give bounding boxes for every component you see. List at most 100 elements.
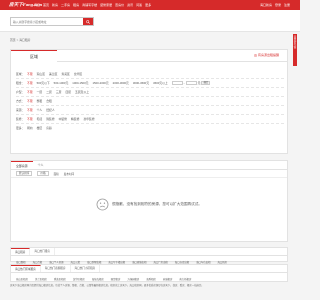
- filter-option[interactable]: 中装修: [59, 117, 67, 121]
- seo-link[interactable]: 龙华区租房: [73, 277, 85, 281]
- price-min-input[interactable]: [171, 81, 183, 85]
- sad-face-icon: [96, 198, 109, 211]
- site-logo[interactable]: 房天下Fang.com: [0, 2, 42, 8]
- seo-link[interactable]: 国贸租房: [111, 277, 121, 281]
- filter-option[interactable]: 个人: [37, 108, 43, 112]
- link-block-tabs: 海口热门区域租房 海口热门商圈租房 海口热门小区租房: [11, 265, 287, 273]
- link-block-areas: 海口热门区域租房 海口热门商圈租房 海口热门小区租房 琼山区租房 美兰区租房 秀…: [10, 264, 288, 282]
- nav-item-decoration[interactable]: 装修家居: [100, 3, 112, 7]
- filter-row-layout: 户型： 不限 一居 二居 三居 四居 五居及以上: [16, 90, 93, 94]
- nav-item-rent[interactable]: 租房: [73, 3, 79, 7]
- tab-all-listings[interactable]: 全部房源: [11, 161, 33, 169]
- filter-option[interactable]: 三居: [56, 90, 62, 94]
- filter-label: 更多：: [16, 126, 25, 130]
- breadcrumb-home[interactable]: 首页: [10, 38, 16, 42]
- tab-link[interactable]: 海口热门区域租房: [11, 265, 41, 272]
- seo-link[interactable]: 万绿园租房: [127, 277, 139, 281]
- filter-option[interactable]: 四居: [65, 90, 71, 94]
- filter-label: 区域：: [16, 72, 25, 76]
- divider: [16, 78, 284, 79]
- filter-option[interactable]: 琼山区: [37, 72, 45, 76]
- filter-option[interactable]: 500-1000元: [54, 81, 69, 85]
- results-tabs: 全部房源 个人: [11, 161, 287, 170]
- nav-item-commercial[interactable]: 商铺写字楼: [82, 3, 97, 7]
- price-confirm-button[interactable]: 确定: [201, 81, 211, 85]
- filter-option[interactable]: 1000-1500元: [72, 81, 88, 85]
- nav-right: 海口新房 登录 注册: [260, 0, 290, 10]
- sort-time[interactable]: 发布时间: [64, 172, 74, 176]
- filter-option[interactable]: 朝向: [27, 126, 33, 130]
- filter-option[interactable]: 简装修: [46, 117, 54, 121]
- search-input[interactable]: [11, 18, 83, 25]
- sort-default-dropdown[interactable]: 默认排序: [16, 170, 33, 177]
- filter-option[interactable]: 合租: [46, 99, 52, 103]
- filter-option[interactable]: 龙华区: [74, 72, 82, 76]
- seo-link[interactable]: 南大桥租房: [179, 277, 191, 281]
- breadcrumb-sep: >: [16, 38, 19, 42]
- filter-option[interactable]: 毛坯: [37, 117, 43, 121]
- filter-option[interactable]: 500元以下: [37, 81, 50, 85]
- nav-item-qa[interactable]: 问答: [136, 3, 142, 7]
- seo-link[interactable]: 海秀租房: [146, 277, 156, 281]
- filter-option[interactable]: 精装修: [71, 117, 79, 121]
- nav-city[interactable]: 海口: [34, 3, 40, 7]
- sort-price[interactable]: 价格: [37, 170, 49, 177]
- register-link[interactable]: 注册: [284, 3, 290, 7]
- filter-option[interactable]: 不限: [27, 81, 33, 85]
- filter-option[interactable]: 4500元以上: [153, 81, 168, 85]
- filter-option[interactable]: 美兰区: [49, 72, 57, 76]
- filter-option[interactable]: 一居: [37, 90, 43, 94]
- seo-link[interactable]: 美兰区租房: [35, 277, 47, 281]
- nav-item-price[interactable]: 查房价: [115, 3, 124, 7]
- feedback-side-tab[interactable]: 意见反馈: [293, 34, 297, 66]
- filter-label: 户型：: [16, 90, 25, 94]
- breadcrumb-current: 海口租房: [19, 38, 31, 42]
- divider: [16, 105, 284, 106]
- filter-option[interactable]: 1500-2000元: [92, 81, 108, 85]
- sort-area[interactable]: 面积: [54, 172, 59, 176]
- filter-option[interactable]: 2000-3000元: [113, 81, 129, 85]
- main-nav: 海口 首页 新房 二手房 租房 商铺写字楼 装修家居 查房价 资讯 问答 更多: [34, 3, 151, 7]
- seo-link[interactable]: 海甸岛租房: [92, 277, 104, 281]
- search-band: [0, 10, 300, 32]
- tab-link[interactable]: 海口热门商圈租房: [41, 265, 71, 272]
- login-link[interactable]: 登录: [275, 3, 281, 7]
- nav-item-home[interactable]: 首页: [43, 3, 49, 7]
- tab-region[interactable]: 区域: [11, 50, 57, 62]
- filter-option[interactable]: 不限: [27, 72, 33, 76]
- filter-option[interactable]: 秀英区: [61, 72, 69, 76]
- filter-row-decoration: 装修： 不限 毛坯 简装修 中装修 精装修 豪华装修: [16, 117, 99, 121]
- divider: [16, 96, 284, 97]
- tab-link[interactable]: 海口热门小区租房: [71, 265, 101, 272]
- filter-label: 租金：: [16, 81, 25, 85]
- nav-item-more[interactable]: 更多: [145, 3, 151, 7]
- filter-row-type: 方式： 不限 整租 合租: [16, 99, 56, 103]
- filter-option[interactable]: 3000-4500元: [133, 81, 149, 85]
- filter-option[interactable]: 五居及以上: [75, 90, 89, 94]
- search-button[interactable]: [83, 18, 93, 25]
- seo-link[interactable]: 府城租房: [163, 277, 173, 281]
- filter-option[interactable]: 豪华装修: [83, 117, 94, 121]
- filter-option[interactable]: 不限: [27, 90, 33, 94]
- nav-item-newhouse[interactable]: 新房: [52, 3, 58, 7]
- nav-item-news[interactable]: 资讯: [127, 3, 133, 7]
- seo-link[interactable]: 秀英区租房: [54, 277, 66, 281]
- filter-option[interactable]: 二居: [46, 90, 52, 94]
- price-separator: -: [183, 81, 185, 85]
- nav-right-newhouse[interactable]: 海口新房: [260, 3, 272, 7]
- filter-option[interactable]: 不限: [27, 108, 33, 112]
- nav-item-secondhand[interactable]: 二手房: [61, 3, 70, 7]
- filter-option[interactable]: 楼层: [37, 126, 43, 130]
- top-nav-bar: 房天下Fang.com 海口 首页 新房 二手房 租房 商铺写字楼 装修家居 查…: [0, 0, 300, 10]
- filter-option[interactable]: 房龄: [46, 126, 52, 130]
- tab-link[interactable]: 海口租房: [11, 248, 31, 255]
- filter-option[interactable]: 不限: [27, 99, 33, 103]
- tab-link[interactable]: 海口热门租房: [30, 248, 55, 255]
- filter-option[interactable]: 整租: [37, 99, 43, 103]
- subscribe-link[interactable]: 有房源出租提醒: [254, 53, 279, 57]
- filter-option[interactable]: 经纪人: [46, 108, 54, 112]
- filter-option[interactable]: 不限: [27, 117, 33, 121]
- price-max-input[interactable]: [185, 81, 197, 85]
- seo-link[interactable]: 琼山区租房: [16, 277, 28, 281]
- tab-personal-listings[interactable]: 个人: [33, 161, 49, 169]
